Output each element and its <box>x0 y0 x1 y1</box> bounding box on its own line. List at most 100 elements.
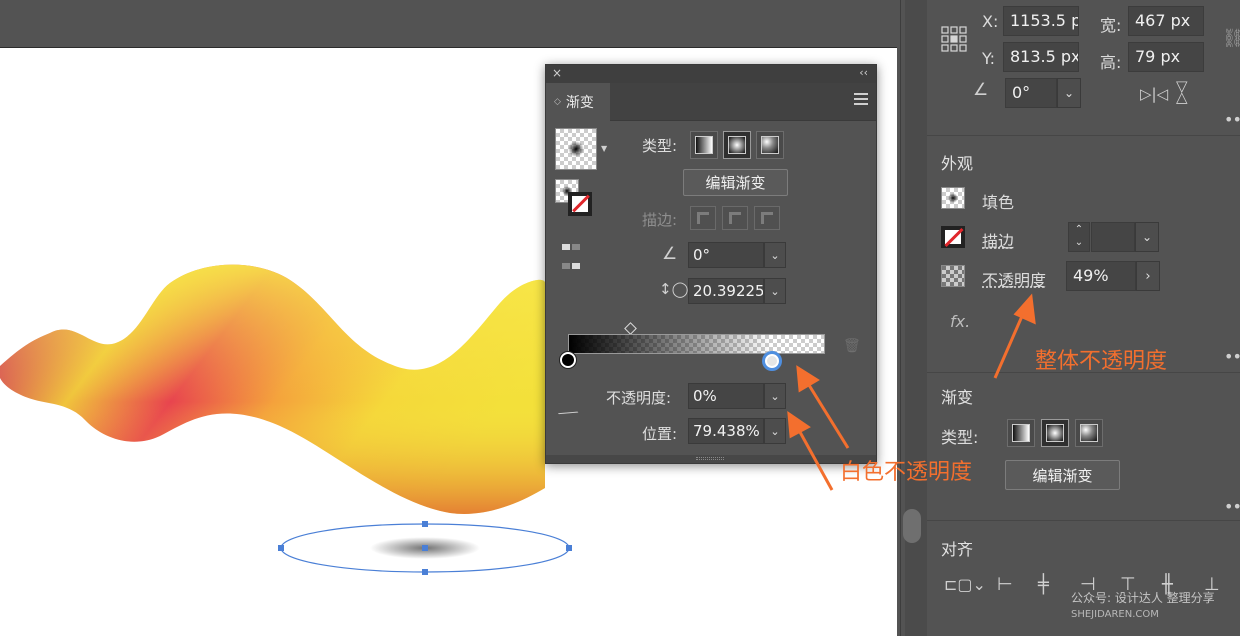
panel-scrollbar-thumb[interactable] <box>903 509 921 543</box>
annotation-white-opacity: 白色不透明度 <box>840 460 973 485</box>
x-input[interactable]: 1153.5 px <box>1003 6 1079 36</box>
x-label: X: <box>982 12 999 31</box>
selection-handle-center[interactable] <box>422 545 428 551</box>
location-dropdown[interactable]: ⌄ <box>764 418 786 444</box>
align-to-selection-icon[interactable]: ⊏▢⌄ <box>944 575 986 594</box>
close-icon[interactable]: × <box>552 66 562 80</box>
radial-gradient-icon <box>1046 424 1064 442</box>
constrain-proportions-icon[interactable]: ⛓ <box>1222 28 1240 49</box>
gradient-type-label: 类型: <box>941 428 979 447</box>
selection-handle-bottom[interactable] <box>422 569 428 575</box>
gradient-stop-black[interactable] <box>560 352 576 368</box>
stroke-none-icon <box>568 192 592 216</box>
opacity-input[interactable]: 0% <box>688 383 764 409</box>
aspect-ratio-dropdown[interactable]: ⌄ <box>764 278 786 304</box>
panel-tab-strip: ◇ 渐变 <box>546 83 876 121</box>
linear-gradient-icon <box>1012 424 1030 442</box>
radial-gradient-icon <box>728 136 746 154</box>
rotate-icon: ∠ <box>973 80 989 100</box>
panel-resize-bar[interactable] <box>546 455 876 463</box>
gradient-stop-white-selected[interactable] <box>762 351 783 371</box>
flip-vertical-icon[interactable]: ▽ △ <box>1176 79 1188 105</box>
opacity-dropdown[interactable]: ⌄ <box>764 383 786 409</box>
stroke-swatch[interactable] <box>941 226 965 248</box>
watermark-line-2: SHEJIDAREN.COM <box>1071 609 1159 620</box>
rp-freeform-gradient-button[interactable] <box>1075 419 1103 447</box>
flip-horizontal-icon[interactable]: ▷|◁ <box>1140 85 1168 103</box>
selection-handle-left[interactable] <box>278 545 284 551</box>
stroke-within-button[interactable] <box>690 206 716 230</box>
stroke-label: 描边: <box>642 211 678 229</box>
gradient-slider[interactable] <box>568 334 825 354</box>
location-input[interactable]: 79.438% <box>688 418 764 444</box>
collapse-icon[interactable]: ‹‹ <box>859 66 868 79</box>
selection-handle-right[interactable] <box>566 545 572 551</box>
reverse-gradient-icon[interactable] <box>562 235 582 269</box>
annotation-overall-opacity: 整体不透明度 <box>1035 349 1168 374</box>
rp-radial-gradient-button[interactable] <box>1041 419 1069 447</box>
wave-highlight <box>0 264 545 514</box>
stroke-weight-stepper[interactable]: ⌃ ⌄ <box>1068 222 1090 252</box>
stroke-weight-input[interactable] <box>1091 222 1135 252</box>
y-label: Y: <box>982 49 996 68</box>
overall-opacity-arrow[interactable]: › <box>1136 261 1160 291</box>
edit-gradient-button[interactable]: 编辑渐变 <box>683 169 788 196</box>
width-input[interactable]: 467 px <box>1128 6 1204 36</box>
align-left-icon[interactable]: ⊢ <box>997 574 1013 595</box>
watermark-line-1: 公众号: 设计达人 整理分享 <box>1071 591 1215 605</box>
stroke-across-button[interactable] <box>754 206 780 230</box>
align-horizontal-center-icon[interactable]: ╪ <box>1038 574 1049 595</box>
width-label: 宽: <box>1100 16 1122 35</box>
fill-label[interactable]: 填色 <box>982 189 1014 213</box>
stroke-label-link[interactable]: 描边 <box>982 228 1014 252</box>
gradient-preview-swatch[interactable] <box>555 128 597 170</box>
delete-stop-icon[interactable]: 🗑 <box>843 338 861 354</box>
angle-input[interactable]: 0° <box>688 242 764 268</box>
separator <box>927 520 1240 521</box>
eyedropper-icon[interactable]: ⟋ <box>555 400 582 427</box>
overall-opacity-input[interactable]: 49% <box>1066 261 1136 291</box>
panel-menu-icon[interactable] <box>854 93 868 108</box>
tab-expand-icon[interactable]: ◇ <box>554 97 561 107</box>
y-input[interactable]: 813.5 px <box>1003 42 1079 72</box>
rp-edit-gradient-button[interactable]: 编辑渐变 <box>1005 460 1120 490</box>
radial-gradient-button[interactable] <box>723 131 751 159</box>
aspect-ratio-icon: ↕◯ <box>659 280 689 298</box>
gradient-section-title: 渐变 <box>941 388 974 407</box>
type-label: 类型: <box>642 137 678 155</box>
tab-gradient[interactable]: ◇ 渐变 <box>546 83 610 121</box>
stroke-weight-dropdown[interactable]: ⌄ <box>1135 222 1159 252</box>
rp-linear-gradient-button[interactable] <box>1007 419 1035 447</box>
rotate-dropdown[interactable]: ⌄ <box>1057 78 1081 108</box>
panel-title-bar[interactable]: × ‹‹ <box>546 65 876 83</box>
angle-icon: ∠ <box>662 244 678 264</box>
appearance-title: 外观 <box>941 154 974 173</box>
align-section-title: 对齐 <box>941 540 974 559</box>
opacity-label: 不透明度: <box>606 389 672 407</box>
location-label: 位置: <box>642 425 678 443</box>
freeform-gradient-button[interactable] <box>756 131 784 159</box>
freeform-gradient-icon <box>761 136 779 154</box>
angle-dropdown[interactable]: ⌄ <box>764 242 786 268</box>
separator <box>927 135 1240 136</box>
selection-handle-top[interactable] <box>422 521 428 527</box>
opacity-swatch[interactable] <box>941 265 965 287</box>
linear-gradient-button[interactable] <box>690 131 718 159</box>
fill-stroke-proxy[interactable] <box>555 179 595 219</box>
tab-gradient-label: 渐变 <box>565 95 594 111</box>
appearance-more-icon[interactable]: ••• <box>1224 347 1240 366</box>
stroke-along-button[interactable] <box>722 206 748 230</box>
rotate-input[interactable]: 0° <box>1005 78 1057 108</box>
linear-gradient-icon <box>695 136 713 154</box>
transform-more-icon[interactable]: ••• <box>1224 110 1240 129</box>
fill-swatch[interactable] <box>941 187 965 209</box>
gradient-more-icon[interactable]: ••• <box>1224 497 1240 516</box>
fx-icon[interactable]: fx. <box>950 312 970 331</box>
opacity-label-link[interactable]: 不透明度 <box>982 267 1046 291</box>
gradient-midpoint-diamond[interactable] <box>623 322 637 335</box>
swatch-dropdown-icon[interactable]: ▼ <box>601 144 607 153</box>
reference-point-icon[interactable] <box>941 26 967 52</box>
height-input[interactable]: 79 px <box>1128 42 1204 72</box>
freeform-gradient-icon <box>1080 424 1098 442</box>
aspect-ratio-input[interactable]: 20.39225 <box>688 278 764 304</box>
